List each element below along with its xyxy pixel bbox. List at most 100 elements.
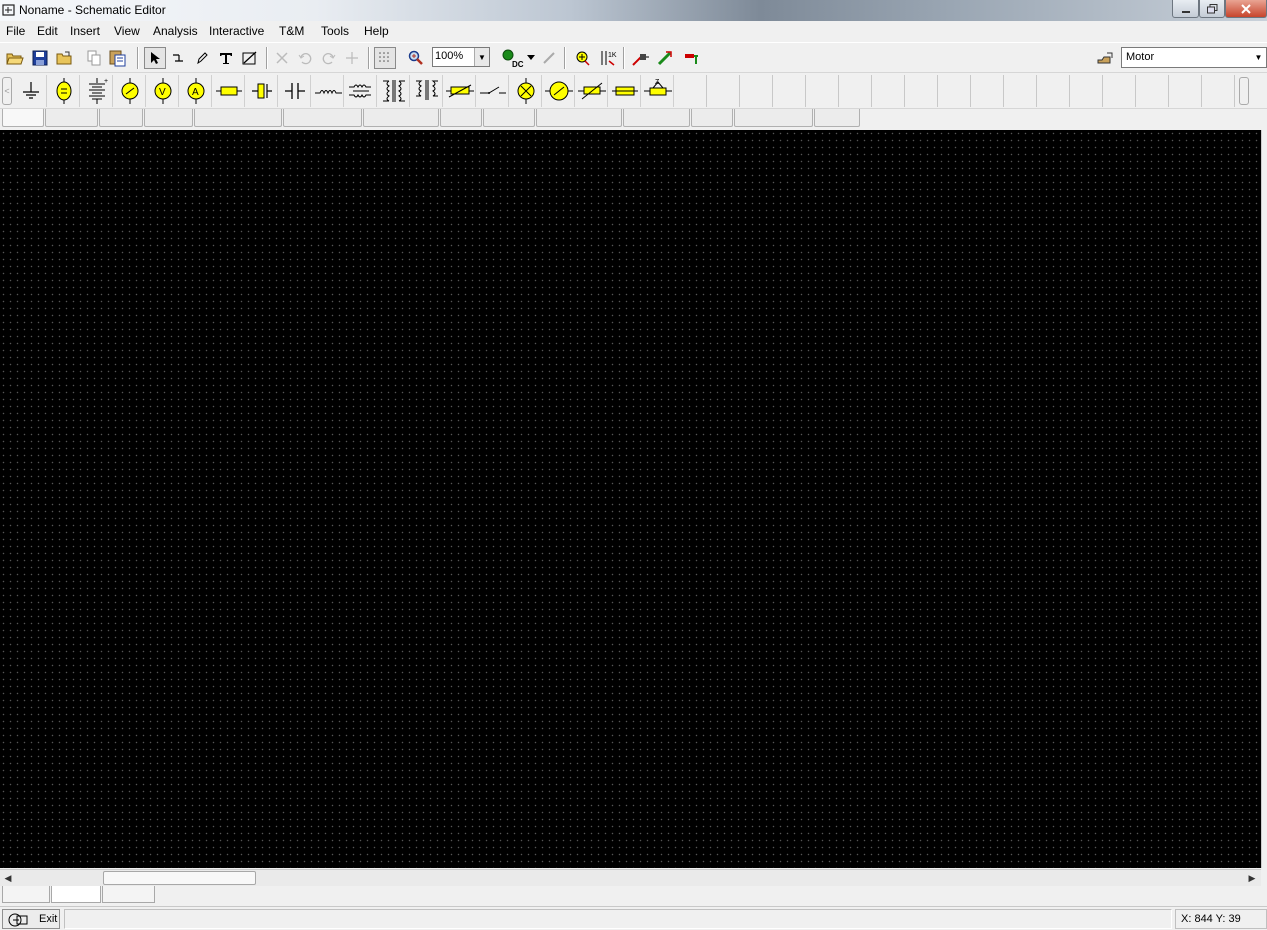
category-tab[interactable] [623, 109, 690, 127]
component-slot[interactable] [1071, 75, 1103, 107]
component-slot[interactable] [939, 75, 971, 107]
menu-help[interactable]: Help [364, 24, 389, 38]
sheet-tab[interactable] [102, 886, 155, 903]
motor-icon[interactable] [543, 75, 575, 107]
component-slot[interactable] [1038, 75, 1070, 107]
dc-analysis-icon[interactable]: DC [500, 47, 526, 69]
inductor-icon[interactable] [312, 75, 344, 107]
zoom-icon[interactable] [405, 47, 427, 69]
chevron-down-icon[interactable]: ▼ [1251, 48, 1266, 66]
maximize-button[interactable] [1199, 0, 1225, 18]
component-slot[interactable] [873, 75, 905, 107]
menu-view[interactable]: View [114, 24, 140, 38]
chevron-down-icon[interactable]: ▼ [474, 48, 489, 66]
component-slot[interactable] [840, 75, 872, 107]
junction-icon[interactable] [341, 47, 363, 69]
copy-icon[interactable] [83, 47, 105, 69]
dc-dropdown-icon[interactable] [525, 47, 537, 69]
component-search-select[interactable]: Motor ▼ [1121, 47, 1267, 68]
category-tab[interactable] [144, 109, 193, 127]
scroll-left-arrow-icon[interactable]: ◀ [1, 871, 15, 885]
component-slot[interactable] [972, 75, 1004, 107]
menu-edit[interactable]: Edit [37, 24, 58, 38]
close-button[interactable] [1225, 0, 1267, 18]
grid-icon[interactable] [374, 47, 396, 69]
save-icon[interactable] [29, 47, 51, 69]
sheet-tab[interactable] [51, 886, 101, 903]
scroll-right-button[interactable] [1239, 77, 1249, 105]
scrollbar-thumb[interactable] [103, 871, 256, 885]
minimize-button[interactable] [1172, 0, 1199, 18]
varistor-icon[interactable] [576, 75, 608, 107]
category-tab[interactable] [536, 109, 622, 127]
current-arrow-icon[interactable] [654, 47, 676, 69]
menu-tools[interactable]: Tools [321, 24, 349, 38]
potentiometer-icon[interactable] [444, 75, 476, 107]
component-slot[interactable] [1104, 75, 1136, 107]
nonpolar-capacitor-icon[interactable] [279, 75, 311, 107]
battery-icon[interactable] [48, 75, 80, 107]
category-tab[interactable] [283, 109, 362, 127]
open-folder-icon[interactable] [54, 47, 76, 69]
menu-file[interactable]: File [6, 24, 25, 38]
delete-icon[interactable] [271, 47, 293, 69]
impedance-icon[interactable]: Z [642, 75, 674, 107]
component-slot[interactable] [1170, 75, 1202, 107]
exit-button[interactable]: Exit [2, 909, 60, 929]
component-slot[interactable] [774, 75, 806, 107]
category-tab[interactable] [734, 109, 813, 127]
component-slot[interactable] [741, 75, 773, 107]
lamp-icon[interactable] [510, 75, 542, 107]
undo-icon[interactable] [294, 47, 316, 69]
component-slot[interactable] [1005, 75, 1037, 107]
voltage-pin-icon[interactable] [629, 47, 651, 69]
voltmeter-icon[interactable]: V [147, 75, 179, 107]
wire-icon[interactable] [167, 47, 189, 69]
scroll-right-arrow-icon[interactable]: ▶ [1245, 871, 1259, 885]
category-tab[interactable] [483, 109, 535, 127]
line-icon[interactable] [239, 47, 261, 69]
category-tab[interactable] [45, 109, 98, 127]
sheet-tab[interactable] [2, 886, 50, 903]
menu-insert[interactable]: Insert [70, 24, 100, 38]
resistor-icon[interactable] [213, 75, 245, 107]
voltage-source-icon[interactable] [114, 75, 146, 107]
switch-icon[interactable] [477, 75, 509, 107]
select-arrow-icon[interactable] [144, 47, 166, 69]
redo-icon[interactable] [318, 47, 340, 69]
category-tab[interactable] [194, 109, 282, 127]
open-icon[interactable] [4, 47, 26, 69]
ground-icon[interactable] [15, 75, 47, 107]
component-slot[interactable] [708, 75, 740, 107]
multi-battery-icon[interactable]: + [81, 75, 113, 107]
menu-tm[interactable]: T&M [279, 24, 304, 38]
paste-icon[interactable] [107, 47, 129, 69]
menu-analysis[interactable]: Analysis [153, 24, 198, 38]
component-finder-icon[interactable] [1094, 47, 1116, 69]
component-slot[interactable] [906, 75, 938, 107]
fuse-icon[interactable] [609, 75, 641, 107]
horizontal-scrollbar[interactable]: ◀ ▶ [0, 869, 1261, 886]
component-slot[interactable] [675, 75, 707, 107]
meter-icon[interactable] [571, 47, 593, 69]
category-tab[interactable] [691, 109, 733, 127]
zoom-select[interactable]: 100% ▼ [432, 47, 490, 67]
category-tab[interactable] [440, 109, 482, 127]
component-slot[interactable] [1203, 75, 1235, 107]
ammeter-icon[interactable]: A [180, 75, 212, 107]
category-tab[interactable] [2, 109, 44, 127]
component-slot[interactable] [1137, 75, 1169, 107]
category-tab[interactable] [363, 109, 439, 127]
scroll-left-icon[interactable]: < [2, 77, 12, 105]
component-value-icon[interactable]: 1K [597, 47, 619, 69]
ideal-transformer-icon[interactable] [411, 75, 443, 107]
vertical-scrollbar[interactable] [1261, 130, 1267, 868]
coupled-inductor-icon[interactable] [345, 75, 377, 107]
component-slot[interactable] [807, 75, 839, 107]
category-tab[interactable] [99, 109, 143, 127]
transformer-icon[interactable] [378, 75, 410, 107]
schematic-canvas[interactable] [0, 130, 1261, 868]
test-point-icon[interactable] [680, 47, 702, 69]
probe-icon[interactable] [538, 47, 560, 69]
text-icon[interactable] [215, 47, 237, 69]
